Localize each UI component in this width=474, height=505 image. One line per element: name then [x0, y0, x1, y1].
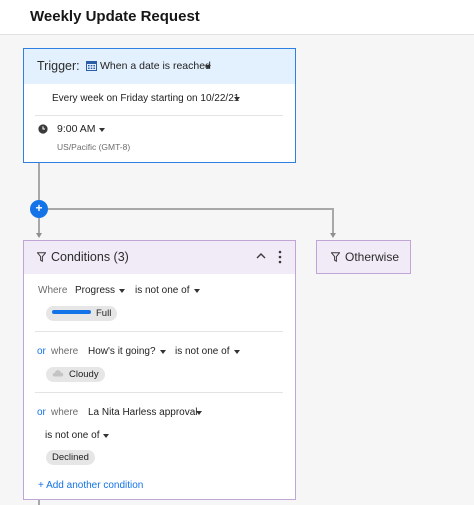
value-chip-cloudy[interactable]: Cloudy: [46, 367, 105, 382]
divider: [35, 331, 283, 332]
chevron-up-icon[interactable]: [256, 252, 266, 260]
conditions-block[interactable]: Conditions (3) Where Progress is not one…: [23, 240, 296, 500]
filter-icon: [331, 252, 340, 262]
add-condition-button[interactable]: + Add another condition: [38, 480, 143, 491]
connector-line: [332, 208, 334, 234]
trigger-type-dropdown[interactable]: When a date is reached: [100, 60, 211, 72]
chevron-down-icon[interactable]: [194, 289, 200, 293]
where-label: where: [51, 407, 79, 418]
or-connector: or: [37, 407, 46, 418]
condition-field-dropdown[interactable]: La Nita Harless approval: [88, 407, 198, 418]
filter-icon: [37, 252, 46, 262]
divider: [35, 115, 283, 116]
chevron-down-icon[interactable]: [99, 128, 105, 132]
page-title: Weekly Update Request: [30, 8, 200, 25]
value-chip-full[interactable]: Full: [46, 306, 118, 321]
condition-operator-dropdown[interactable]: is not one of: [45, 430, 99, 441]
chevron-down-icon[interactable]: [103, 434, 109, 438]
connector-line: [48, 208, 333, 210]
conditions-title: Conditions (3): [51, 250, 129, 264]
conditions-header: Conditions (3): [24, 241, 295, 274]
cloud-icon: [52, 370, 64, 377]
connector-line: [38, 163, 40, 200]
condition-field-dropdown[interactable]: Progress: [75, 285, 115, 296]
arrow-down-icon: [329, 233, 336, 238]
value-chip-declined[interactable]: Declined: [46, 450, 95, 465]
clock-icon: [38, 124, 48, 134]
more-vertical-icon[interactable]: [278, 250, 282, 264]
condition-operator-dropdown[interactable]: is not one of: [135, 285, 189, 296]
chevron-down-icon[interactable]: [234, 97, 240, 101]
divider: [35, 392, 283, 393]
chip-label: Full: [96, 308, 112, 319]
otherwise-block[interactable]: Otherwise: [316, 240, 411, 274]
chevron-down-icon[interactable]: [119, 289, 125, 293]
add-step-button[interactable]: +: [30, 200, 48, 218]
calendar-icon: [86, 61, 97, 71]
chevron-down-icon[interactable]: [234, 350, 240, 354]
chevron-down-icon[interactable]: [205, 65, 211, 69]
condition-operator-dropdown[interactable]: is not one of: [175, 346, 229, 357]
arrow-down-icon: [35, 233, 42, 238]
time-dropdown[interactable]: 9:00 AM: [57, 123, 96, 135]
where-label: Where: [38, 285, 68, 296]
chevron-down-icon[interactable]: [160, 350, 166, 354]
condition-field-dropdown[interactable]: How's it going?: [88, 346, 156, 357]
schedule-dropdown[interactable]: Every week on Friday starting on 10/22/2…: [52, 93, 239, 104]
timezone-label: US/Pacific (GMT-8): [57, 142, 131, 152]
or-connector: or: [37, 346, 46, 357]
chip-label: Declined: [52, 452, 89, 463]
trigger-block[interactable]: Trigger: When a date is reached Every we…: [23, 48, 296, 163]
where-label: where: [51, 346, 79, 357]
page-header: Weekly Update Request: [0, 0, 474, 35]
chevron-down-icon[interactable]: [196, 411, 202, 415]
chip-label: Cloudy: [69, 369, 99, 380]
trigger-label: Trigger:: [37, 59, 80, 73]
otherwise-label: Otherwise: [345, 250, 400, 264]
connector-line: [38, 218, 40, 234]
trigger-header: Trigger: When a date is reached: [24, 49, 295, 84]
connector-line: [38, 500, 40, 505]
progress-full-bar: [52, 310, 91, 315]
